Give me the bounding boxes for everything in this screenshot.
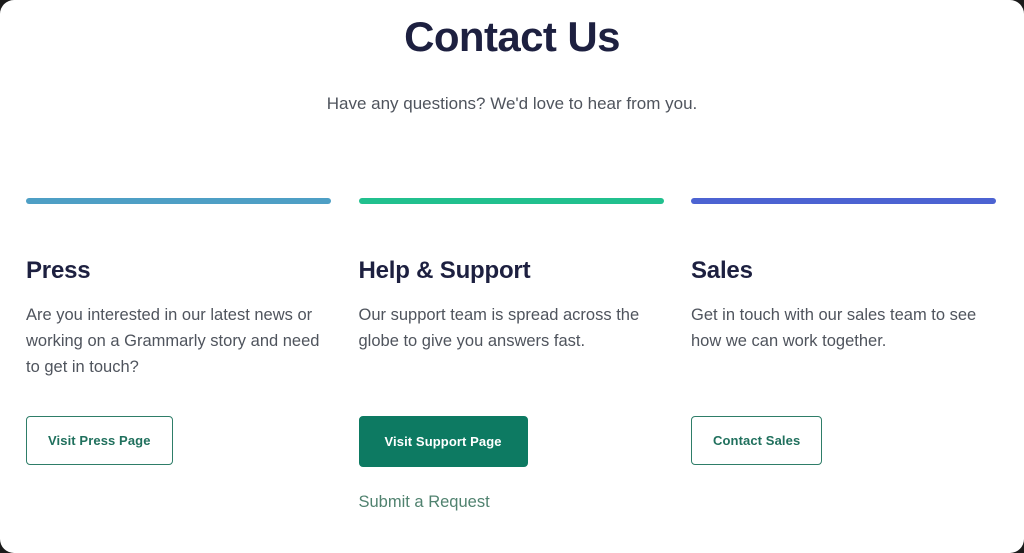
action-column-help-support: Visit Support Page Submit a Request <box>358 416 664 513</box>
column-body-press: Are you interested in our latest news or… <box>26 306 320 376</box>
contact-actions: Visit Press Page Visit Support Page Subm… <box>26 416 996 513</box>
column-body-help-support: Our support team is spread across the gl… <box>358 306 640 350</box>
page-title: Contact Us <box>404 13 620 60</box>
contact-column-help-support: Help & Support Our support team is sprea… <box>358 198 664 380</box>
column-title-press: Press <box>26 257 91 284</box>
visit-press-page-button[interactable]: Visit Press Page <box>26 416 173 465</box>
contact-sales-button[interactable]: Contact Sales <box>691 416 823 465</box>
column-body-sales: Get in touch with our sales team to see … <box>691 306 977 350</box>
action-column-press: Visit Press Page <box>26 416 331 513</box>
contact-column-sales: Sales Get in touch with our sales team t… <box>691 198 996 380</box>
column-title-help-support: Help & Support <box>358 257 531 284</box>
submit-a-request-link[interactable]: Submit a Request <box>359 491 490 513</box>
column-title-sales: Sales <box>691 257 753 284</box>
visit-support-page-button[interactable]: Visit Support Page <box>358 416 528 467</box>
contact-columns: Press Are you interested in our latest n… <box>26 198 996 380</box>
action-column-sales: Contact Sales <box>691 416 996 513</box>
contact-column-press: Press Are you interested in our latest n… <box>26 198 331 380</box>
contact-us-card: Contact Us Have any questions? We'd love… <box>0 0 1024 553</box>
page-subtitle: Have any questions? We'd love to hear fr… <box>326 94 698 113</box>
